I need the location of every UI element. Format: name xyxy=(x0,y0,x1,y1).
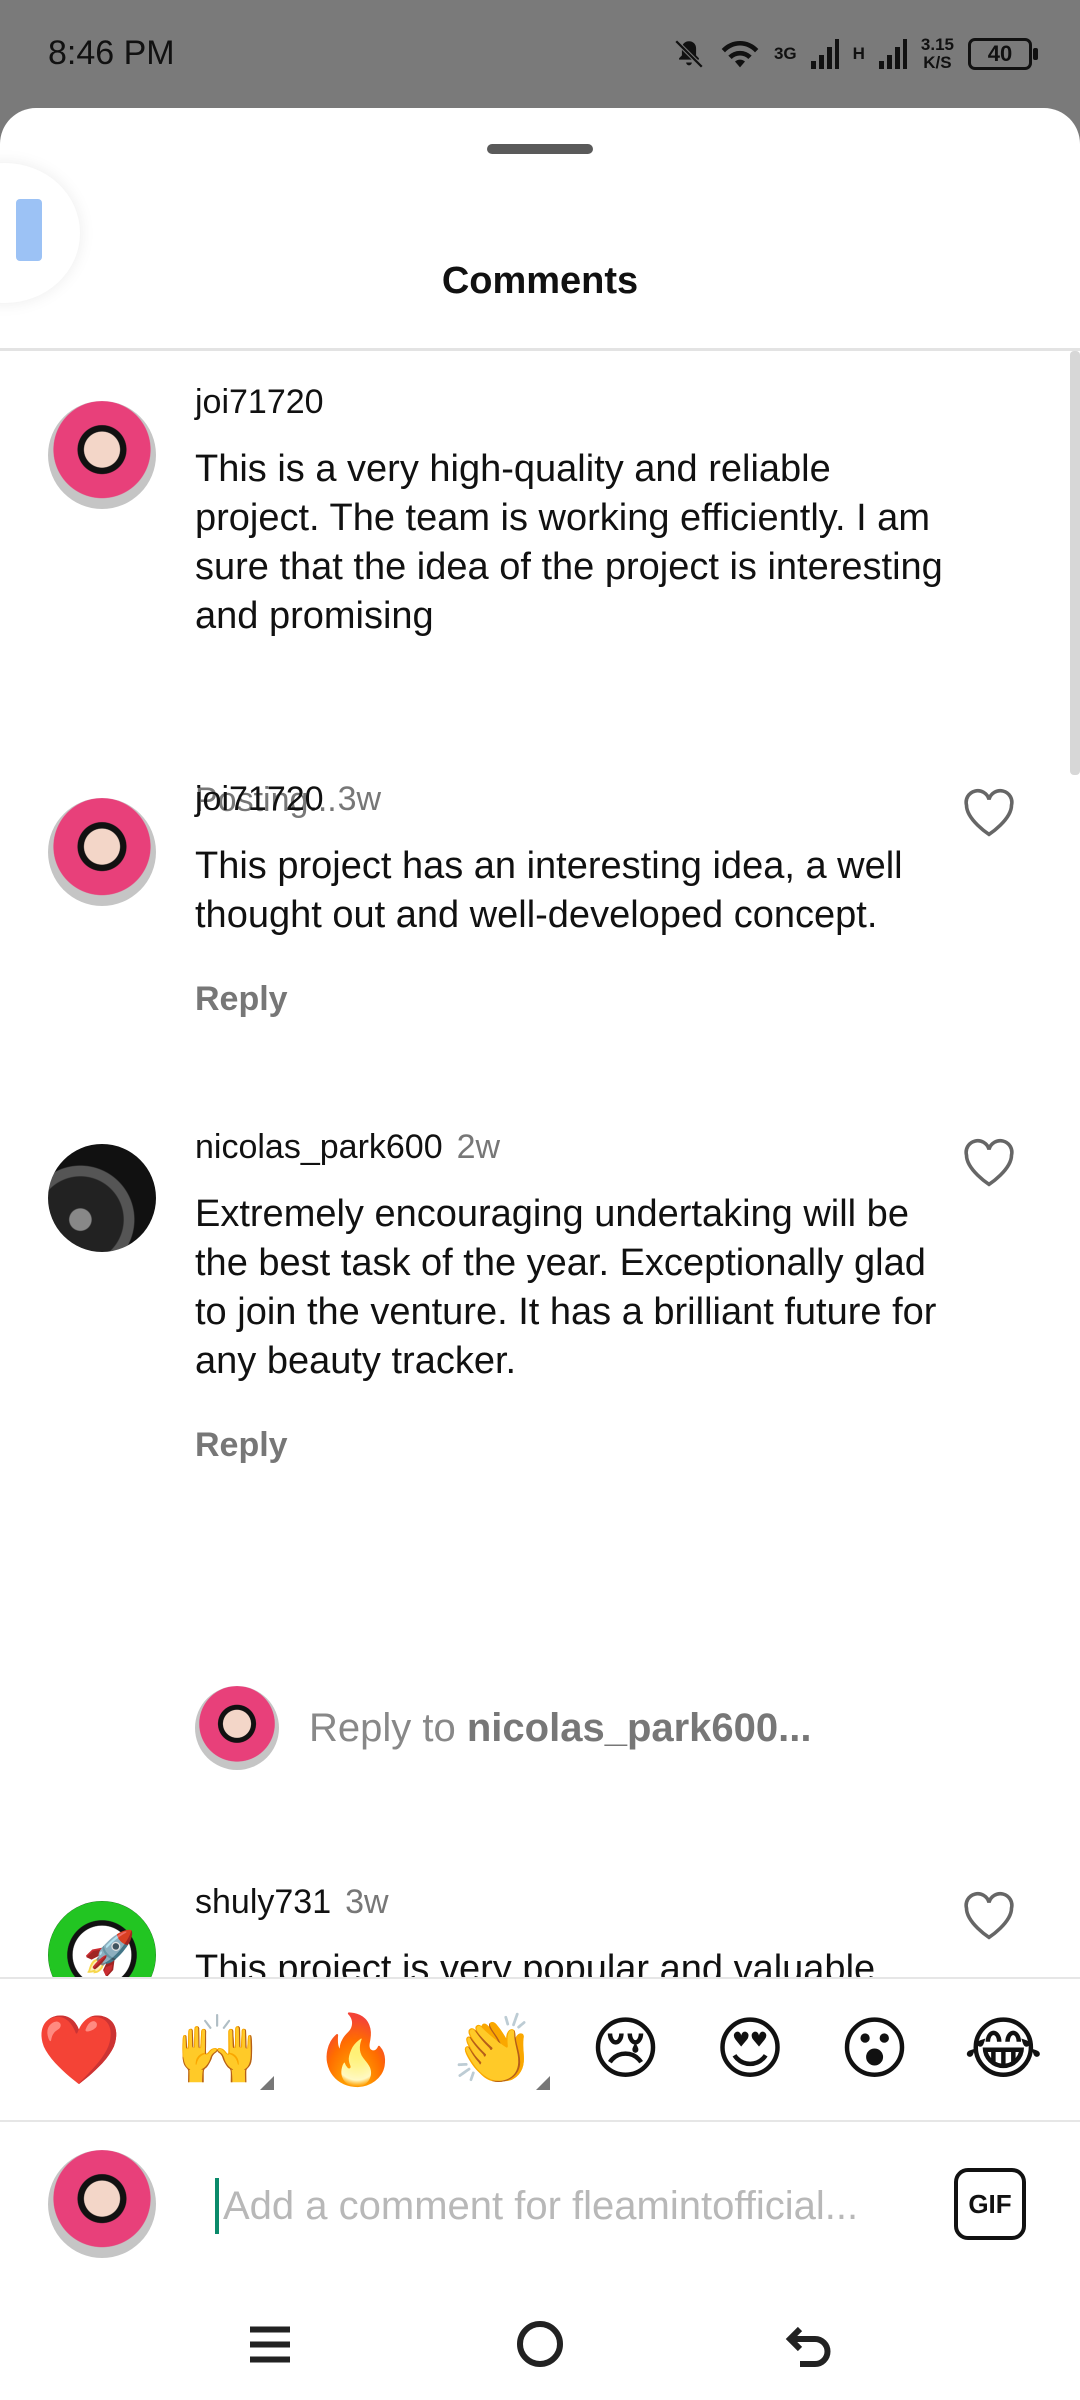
data-speed: 3.15 K/S xyxy=(921,36,954,72)
emoji-raised-hands-button[interactable]: 🙌 xyxy=(175,2010,274,2090)
emoji-clap-button[interactable]: 👏 xyxy=(451,2010,551,2090)
reply-button[interactable]: Reply xyxy=(195,980,288,1019)
avatar xyxy=(195,1686,279,1770)
reply-prompt-target: nicolas_park600... xyxy=(466,1705,812,1750)
drag-handle[interactable] xyxy=(487,144,593,154)
comment-text: This is a very high-quality and reliable… xyxy=(195,448,943,637)
comment-age: 3w xyxy=(337,780,382,818)
avatar[interactable] xyxy=(48,798,156,906)
signal-icon-1 xyxy=(810,39,839,69)
mute-bell-icon xyxy=(674,39,704,69)
comment-list[interactable]: joi71720 This is a very high-quality and… xyxy=(0,351,1080,2085)
network-type-2: H xyxy=(852,44,865,63)
home-icon[interactable] xyxy=(510,2314,570,2374)
heart-icon[interactable] xyxy=(962,788,1016,838)
status-bar: 8:46 PM 3G H 3.15 K/S 40 xyxy=(0,0,1080,108)
reply-prompt[interactable]: Reply to nicolas_park600... xyxy=(195,1686,812,1770)
comment-text: Extremely encouraging undertaking will b… xyxy=(195,1193,937,1382)
comment-username[interactable]: shuly731 xyxy=(195,1883,331,1921)
comment-composer: Add a comment for fleamintofficial... GI… xyxy=(0,2124,1080,2284)
comment-header: joi71720 3w xyxy=(195,780,381,819)
menu-icon[interactable] xyxy=(240,2314,300,2374)
emoji-laughing-button[interactable]: 😂 xyxy=(964,2010,1043,2089)
emoji-heart-button[interactable]: ❤️ xyxy=(37,2010,122,2090)
rocket-icon: 🚀 xyxy=(83,1929,136,1976)
data-speed-unit: K/S xyxy=(923,53,952,72)
comment-username[interactable]: joi71720 xyxy=(195,383,324,421)
user-avatar xyxy=(48,2150,156,2258)
emoji-raised-hands-glyph: 🙌 xyxy=(175,2010,260,2090)
comment-text: This project has an interesting idea, a … xyxy=(195,845,903,936)
skin-tone-indicator xyxy=(259,2075,274,2090)
emoji-quick-bar: ❤️ 🙌 🔥 👏 😢 😍 😮 😂 xyxy=(0,1977,1080,2122)
battery-icon: 40 xyxy=(968,38,1038,70)
comment-header: shuly731 3w xyxy=(195,1883,389,1922)
comment-username[interactable]: nicolas_park600 xyxy=(195,1128,443,1166)
gif-button[interactable]: GIF xyxy=(954,2168,1026,2240)
sheet-title: Comments xyxy=(441,260,639,302)
skin-tone-indicator xyxy=(536,2075,551,2090)
status-time: 8:46 PM xyxy=(48,34,175,72)
scrollbar[interactable] xyxy=(1070,351,1080,775)
avatar[interactable] xyxy=(48,1144,156,1252)
system-nav-bar xyxy=(0,2284,1080,2400)
data-speed-value: 3.15 xyxy=(920,35,954,54)
reply-prompt-prefix: Reply to xyxy=(309,1705,467,1750)
reply-prompt-text[interactable]: Reply to nicolas_park600... xyxy=(309,1706,812,1751)
avatar[interactable] xyxy=(48,401,156,509)
network-type-1: 3G xyxy=(773,44,797,63)
reply-button[interactable]: Reply xyxy=(195,1426,288,1465)
comment-age: 3w xyxy=(345,1883,389,1921)
emoji-cry-button[interactable]: 😢 xyxy=(590,2010,661,2089)
comment-username[interactable]: joi71720 xyxy=(195,780,324,818)
comment-header: nicolas_park600 2w xyxy=(195,1128,500,1167)
status-icons: 3G H 3.15 K/S 40 xyxy=(672,30,1038,78)
signal-icon-2 xyxy=(878,39,907,69)
comment-input[interactable]: Add a comment for fleamintofficial... xyxy=(215,2178,923,2234)
battery-level: 40 xyxy=(987,41,1013,66)
comment-header: joi71720 xyxy=(195,383,324,422)
emoji-clap-glyph: 👏 xyxy=(451,2010,537,2090)
heart-icon[interactable] xyxy=(962,1138,1016,1188)
back-icon[interactable] xyxy=(780,2314,840,2374)
comment-age: 2w xyxy=(456,1128,501,1166)
wifi-icon xyxy=(721,40,759,68)
emoji-heart-eyes-button[interactable]: 😍 xyxy=(715,2010,786,2089)
heart-icon[interactable] xyxy=(962,1891,1016,1941)
emoji-fire-button[interactable]: 🔥 xyxy=(313,2010,398,2090)
emoji-surprised-button[interactable]: 😮 xyxy=(839,2010,910,2089)
